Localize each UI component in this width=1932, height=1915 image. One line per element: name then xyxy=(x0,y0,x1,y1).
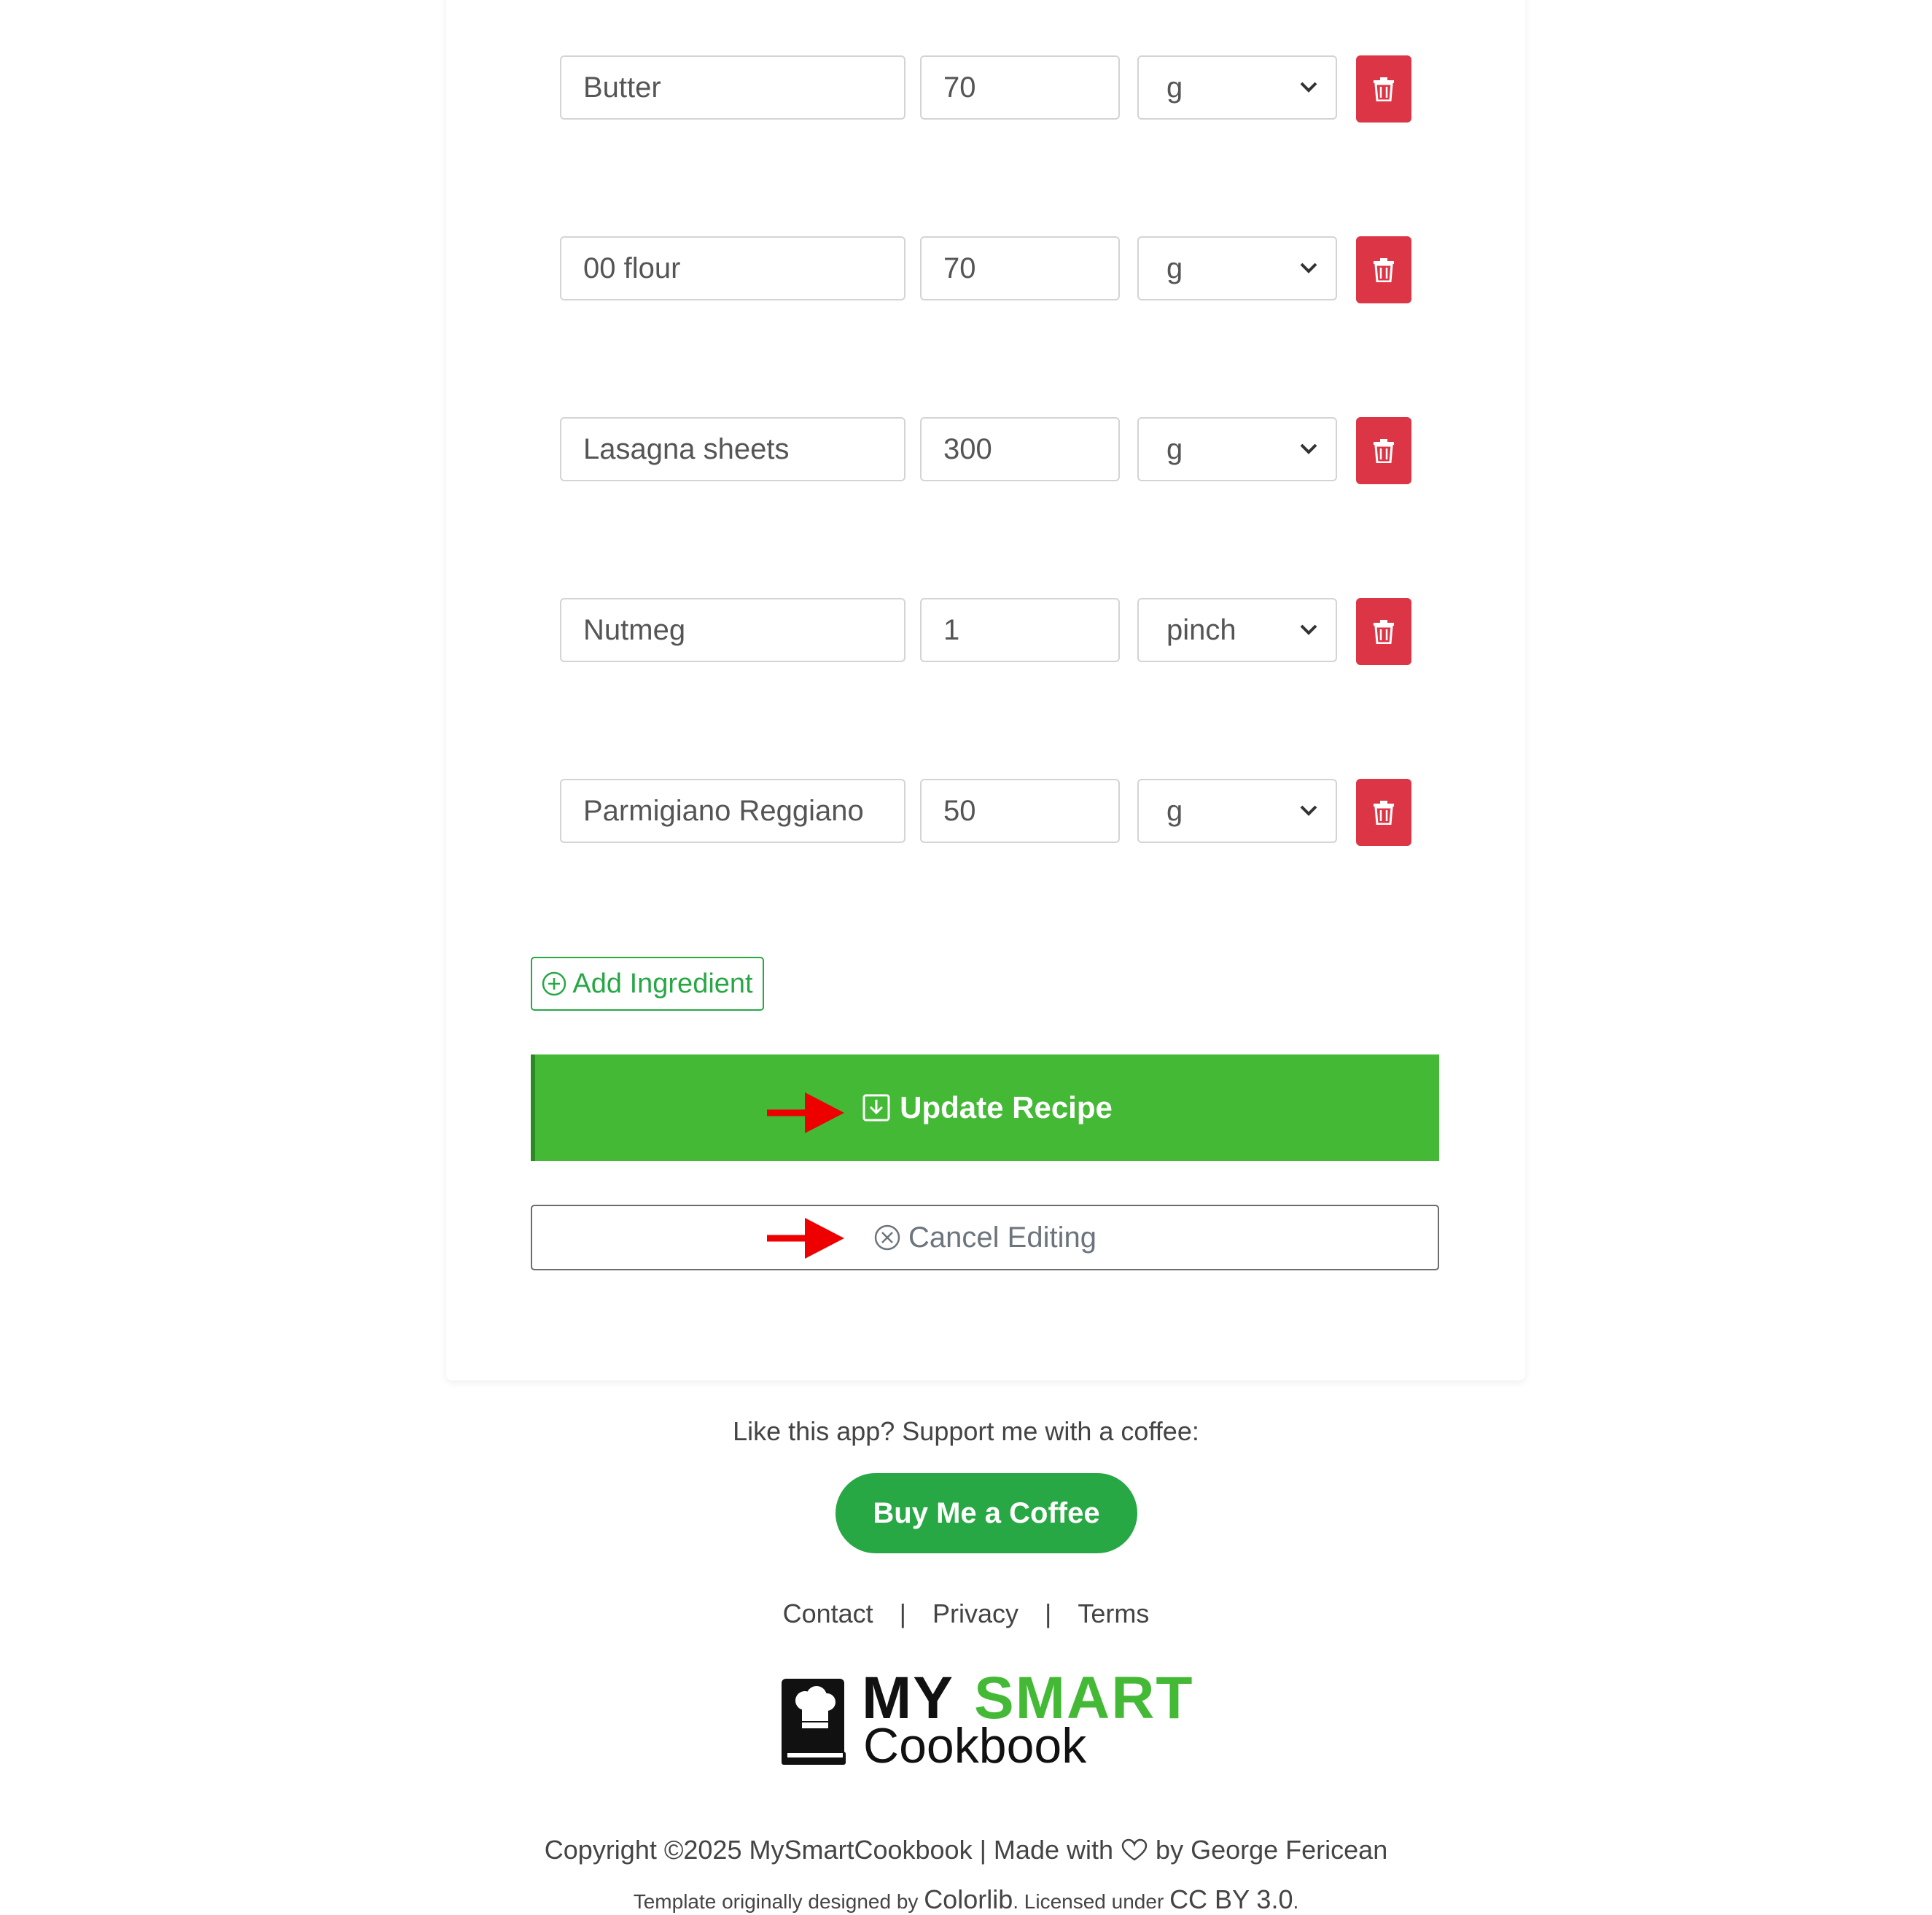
heart-icon xyxy=(1121,1838,1148,1861)
colorlib-link[interactable]: Colorlib xyxy=(924,1884,1013,1914)
ingredient-row: Parmigiano Reggiano 50 g xyxy=(560,779,1413,846)
ingredient-name-input[interactable]: 00 flour xyxy=(560,236,905,300)
ingredient-unit-select[interactable]: g xyxy=(1137,55,1337,120)
link-separator: | xyxy=(899,1599,907,1628)
delete-ingredient-button[interactable] xyxy=(1356,417,1411,484)
ingredient-name-input[interactable]: Lasagna sheets xyxy=(560,417,905,481)
unit-value: g xyxy=(1166,794,1183,827)
footer-links: Contact | Privacy | Terms xyxy=(0,1599,1932,1629)
chevron-down-icon xyxy=(1300,805,1317,816)
site-logo[interactable]: MY SMART Cookbook xyxy=(779,1669,1193,1778)
license-link[interactable]: CC BY 3.0 xyxy=(1169,1884,1293,1914)
trash-icon xyxy=(1374,620,1394,644)
trash-icon xyxy=(1374,801,1394,825)
update-recipe-label: Update Recipe xyxy=(900,1090,1113,1124)
credit-prefix: Template originally designed by xyxy=(633,1890,919,1913)
ingredient-unit-select[interactable]: pinch xyxy=(1137,598,1337,662)
ingredient-name-input[interactable]: Butter xyxy=(560,55,905,120)
unit-value: g xyxy=(1166,71,1183,104)
trash-icon xyxy=(1374,258,1394,282)
ingredient-quantity-input[interactable]: 50 xyxy=(920,779,1120,843)
trash-icon xyxy=(1374,77,1394,101)
copyright-prefix: Copyright ©2025 MySmartCookbook | Made w… xyxy=(544,1835,1114,1865)
ingredient-quantity-input[interactable]: 300 xyxy=(920,417,1120,481)
template-credit: Template originally designed by Colorlib… xyxy=(0,1884,1932,1915)
chevron-down-icon xyxy=(1300,443,1317,454)
delete-ingredient-button[interactable] xyxy=(1356,598,1411,665)
x-circle-icon xyxy=(874,1224,900,1251)
chef-hat-book-icon xyxy=(782,1679,846,1765)
cancel-editing-button[interactable]: Cancel Editing xyxy=(531,1205,1439,1270)
recipe-edit-card xyxy=(446,0,1525,1380)
copyright-text: Copyright ©2025 MySmartCookbook | Made w… xyxy=(0,1835,1932,1865)
ingredient-unit-select[interactable]: g xyxy=(1137,236,1337,300)
delete-ingredient-button[interactable] xyxy=(1356,55,1411,123)
unit-value: g xyxy=(1166,432,1183,465)
support-text: Like this app? Support me with a coffee: xyxy=(733,1416,1199,1446)
contact-link[interactable]: Contact xyxy=(783,1599,873,1629)
add-ingredient-label: Add Ingredient xyxy=(572,968,753,999)
credit-suffix: . xyxy=(1293,1890,1299,1913)
logo-word-cookbook: Cookbook xyxy=(863,1718,1087,1774)
ingredient-quantity-input[interactable]: 70 xyxy=(920,55,1120,120)
privacy-link[interactable]: Privacy xyxy=(932,1599,1018,1629)
red-arrow-icon xyxy=(767,1218,844,1259)
ingredient-unit-select[interactable]: g xyxy=(1137,417,1337,481)
ingredient-quantity-input[interactable]: 70 xyxy=(920,236,1120,300)
trash-icon xyxy=(1374,439,1394,463)
credit-middle: . Licensed under xyxy=(1013,1890,1164,1913)
link-separator: | xyxy=(1045,1599,1052,1628)
unit-value: pinch xyxy=(1166,613,1236,646)
ingredient-row: Butter 70 g xyxy=(560,55,1413,123)
unit-value: g xyxy=(1166,252,1183,284)
add-ingredient-button[interactable]: Add Ingredient xyxy=(531,957,764,1011)
chevron-down-icon xyxy=(1300,263,1317,273)
delete-ingredient-button[interactable] xyxy=(1356,236,1411,303)
chevron-down-icon xyxy=(1300,624,1317,635)
cancel-editing-label: Cancel Editing xyxy=(908,1221,1097,1254)
buy-me-a-coffee-button[interactable]: Buy Me a Coffee xyxy=(835,1473,1137,1553)
chevron-down-icon xyxy=(1300,82,1317,93)
ingredient-unit-select[interactable]: g xyxy=(1137,779,1337,843)
save-download-icon xyxy=(862,1094,890,1122)
plus-circle-icon xyxy=(542,971,566,996)
ingredient-quantity-input[interactable]: 1 xyxy=(920,598,1120,662)
ingredient-name-input[interactable]: Nutmeg xyxy=(560,598,905,662)
terms-link[interactable]: Terms xyxy=(1078,1599,1149,1629)
delete-ingredient-button[interactable] xyxy=(1356,779,1411,846)
copyright-author: by George Fericean xyxy=(1156,1835,1388,1865)
update-recipe-button[interactable]: Update Recipe xyxy=(531,1054,1439,1161)
ingredient-name-input[interactable]: Parmigiano Reggiano xyxy=(560,779,905,843)
red-arrow-icon xyxy=(767,1092,844,1133)
ingredient-row: 00 flour 70 g xyxy=(560,236,1413,303)
ingredient-row: Lasagna sheets 300 g xyxy=(560,417,1413,484)
ingredient-row: Nutmeg 1 pinch xyxy=(560,598,1413,665)
